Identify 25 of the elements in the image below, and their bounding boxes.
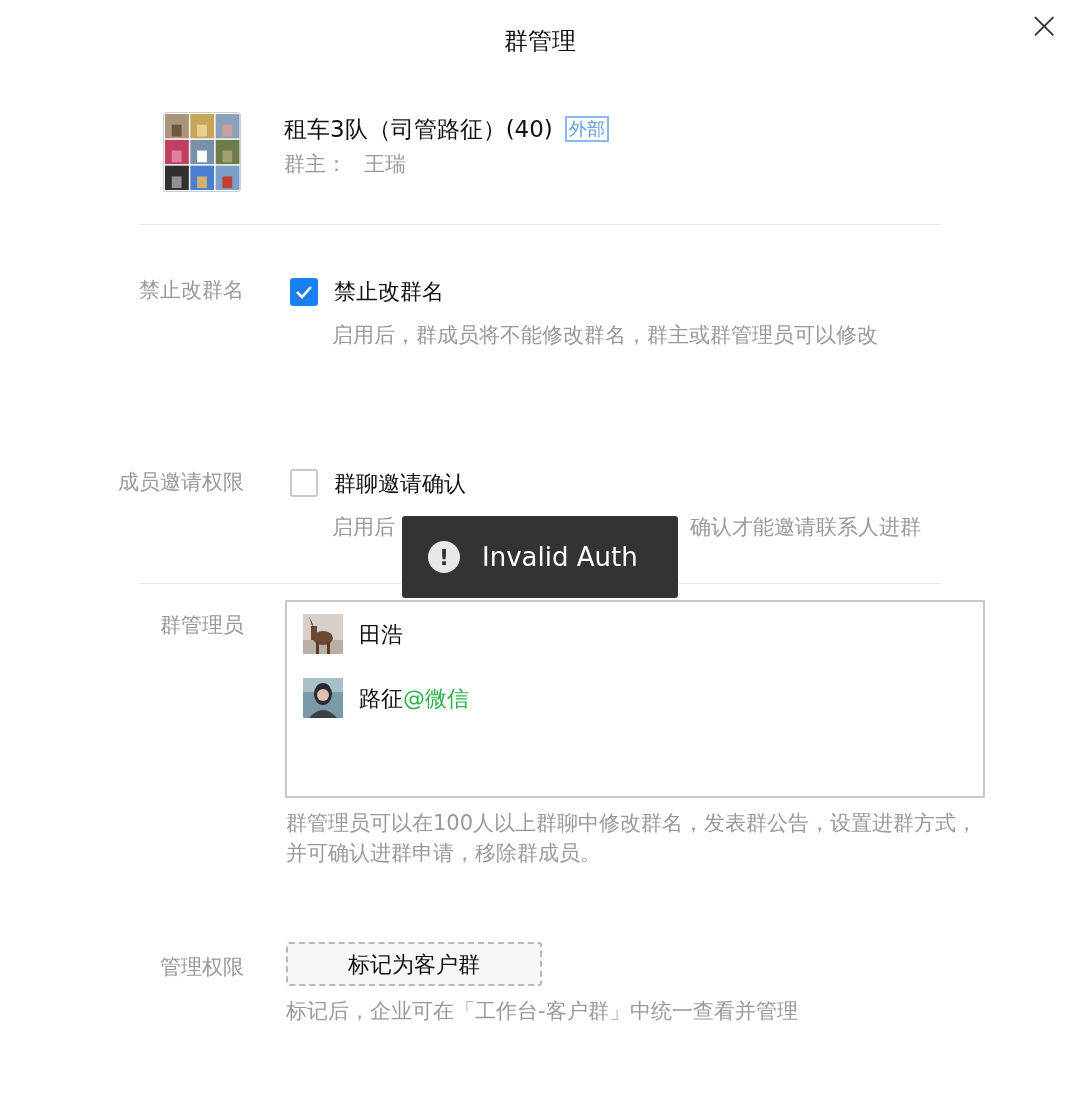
- owner-name: 王瑞: [364, 150, 406, 178]
- setting-label: 管理权限: [159, 954, 244, 981]
- checkbox-label: 群聊邀请确认: [334, 469, 466, 498]
- check-icon: [295, 284, 313, 299]
- setting-label: 成员邀请权限: [117, 468, 244, 496]
- setting-hint: 启用后，群成员将不能修改群名，群主或群管理员可以修改: [332, 322, 878, 349]
- manage-hint: 标记后，企业可在「工作台-客户群」中统一查看并管理: [286, 998, 798, 1025]
- setting-label: 群管理员: [159, 612, 244, 639]
- member-name: 田浩: [359, 620, 403, 649]
- admins-hint: 群管理员可以在100人以上群聊中修改群名，发表群公告，设置进群方式，并可确认进群申请，移除群成员。: [286, 810, 979, 867]
- group-name: 租车3队（司管路征）(40): [284, 115, 553, 144]
- external-tag: 外部: [564, 116, 609, 143]
- checkbox[interactable]: [290, 469, 318, 497]
- dialog-title: 群管理: [504, 26, 576, 57]
- setting-hint: 确认才能邀请联系人进群: [690, 513, 921, 541]
- setting-hint: 启用后: [332, 513, 395, 541]
- mark-customer-group-button[interactable]: 标记为客户群: [286, 942, 542, 986]
- member-name: 路征@微信: [359, 684, 469, 713]
- checkbox-label: 禁止改群名: [334, 278, 444, 306]
- owner-label: 群主：: [284, 150, 348, 178]
- toast-message: Invalid Auth: [482, 540, 638, 574]
- alert-icon: !: [428, 541, 460, 573]
- close-button[interactable]: ×: [1028, 6, 1060, 44]
- setting-label: 禁止改群名: [138, 277, 244, 304]
- checkbox[interactable]: [290, 277, 318, 306]
